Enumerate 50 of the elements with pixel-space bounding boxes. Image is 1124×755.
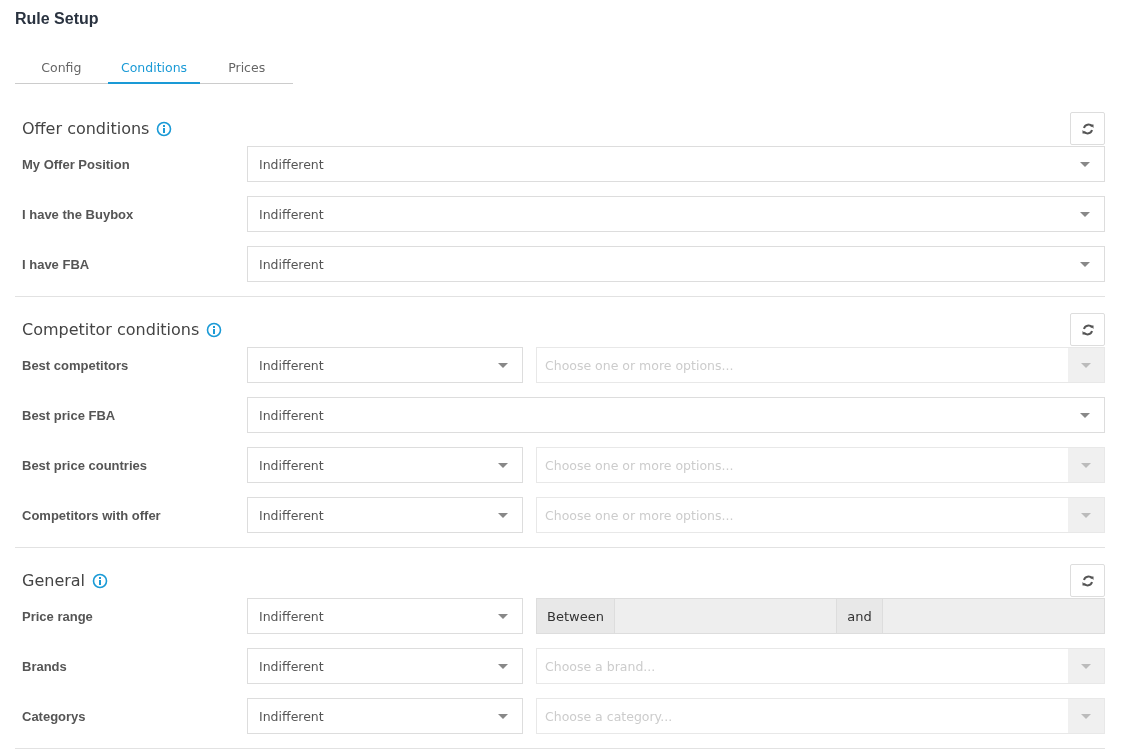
section-title: Offer conditions	[22, 119, 150, 138]
page-title: Rule Setup	[15, 9, 100, 29]
caret-icon	[498, 462, 508, 468]
caret-icon	[498, 362, 508, 368]
caret-icon	[1081, 512, 1091, 518]
caret-icon	[1081, 462, 1091, 468]
field-label: I have the Buybox	[22, 206, 135, 222]
refresh-button[interactable]	[1070, 313, 1105, 346]
info-icon	[156, 120, 173, 137]
caret-icon	[498, 512, 508, 518]
field-label: Best price countries	[22, 457, 148, 473]
refresh-icon	[1080, 573, 1095, 588]
select-field[interactable]: Indifferent	[247, 598, 523, 634]
field-label: My Offer Position	[22, 156, 131, 172]
info-icon	[92, 572, 109, 589]
caret-icon	[498, 613, 508, 619]
caret-icon	[1081, 713, 1091, 719]
select-field[interactable]: Indifferent	[247, 397, 1105, 433]
select-field[interactable]: Indifferent	[247, 648, 523, 684]
caret-icon	[1080, 161, 1090, 167]
field-label: Categorys	[22, 708, 87, 724]
info-icon	[206, 321, 223, 338]
field-label: I have FBA	[22, 256, 91, 272]
caret-icon	[1080, 412, 1090, 418]
caret-icon	[1080, 261, 1090, 267]
select-field[interactable]: Indifferent	[247, 246, 1105, 282]
refresh-icon	[1080, 121, 1095, 136]
section-title: Competitor conditions	[22, 320, 200, 339]
refresh-button[interactable]	[1070, 564, 1105, 597]
select-field[interactable]: Indifferent	[247, 497, 523, 533]
caret-icon	[1081, 663, 1091, 669]
select-field[interactable]: Indifferent	[247, 698, 523, 734]
caret-icon	[498, 663, 508, 669]
select-field[interactable]: Indifferent	[247, 347, 523, 383]
refresh-button[interactable]	[1070, 112, 1105, 145]
caret-icon	[498, 713, 508, 719]
tab[interactable]: Config	[15, 52, 108, 84]
tab[interactable]: Prices	[200, 52, 293, 84]
caret-icon	[1081, 362, 1091, 368]
field-label: Price range	[22, 608, 94, 624]
field-label: Brands	[22, 658, 68, 674]
section-title: General	[22, 571, 86, 590]
field-label: Competitors with offer	[22, 507, 162, 523]
select-field[interactable]: Indifferent	[247, 146, 1105, 182]
field-label: Best price FBA	[22, 407, 117, 423]
select-field[interactable]: Indifferent	[247, 196, 1105, 232]
select-field[interactable]: Indifferent	[247, 447, 523, 483]
caret-icon	[1080, 211, 1090, 217]
refresh-icon	[1080, 322, 1095, 337]
field-label: Best competitors	[22, 357, 130, 373]
